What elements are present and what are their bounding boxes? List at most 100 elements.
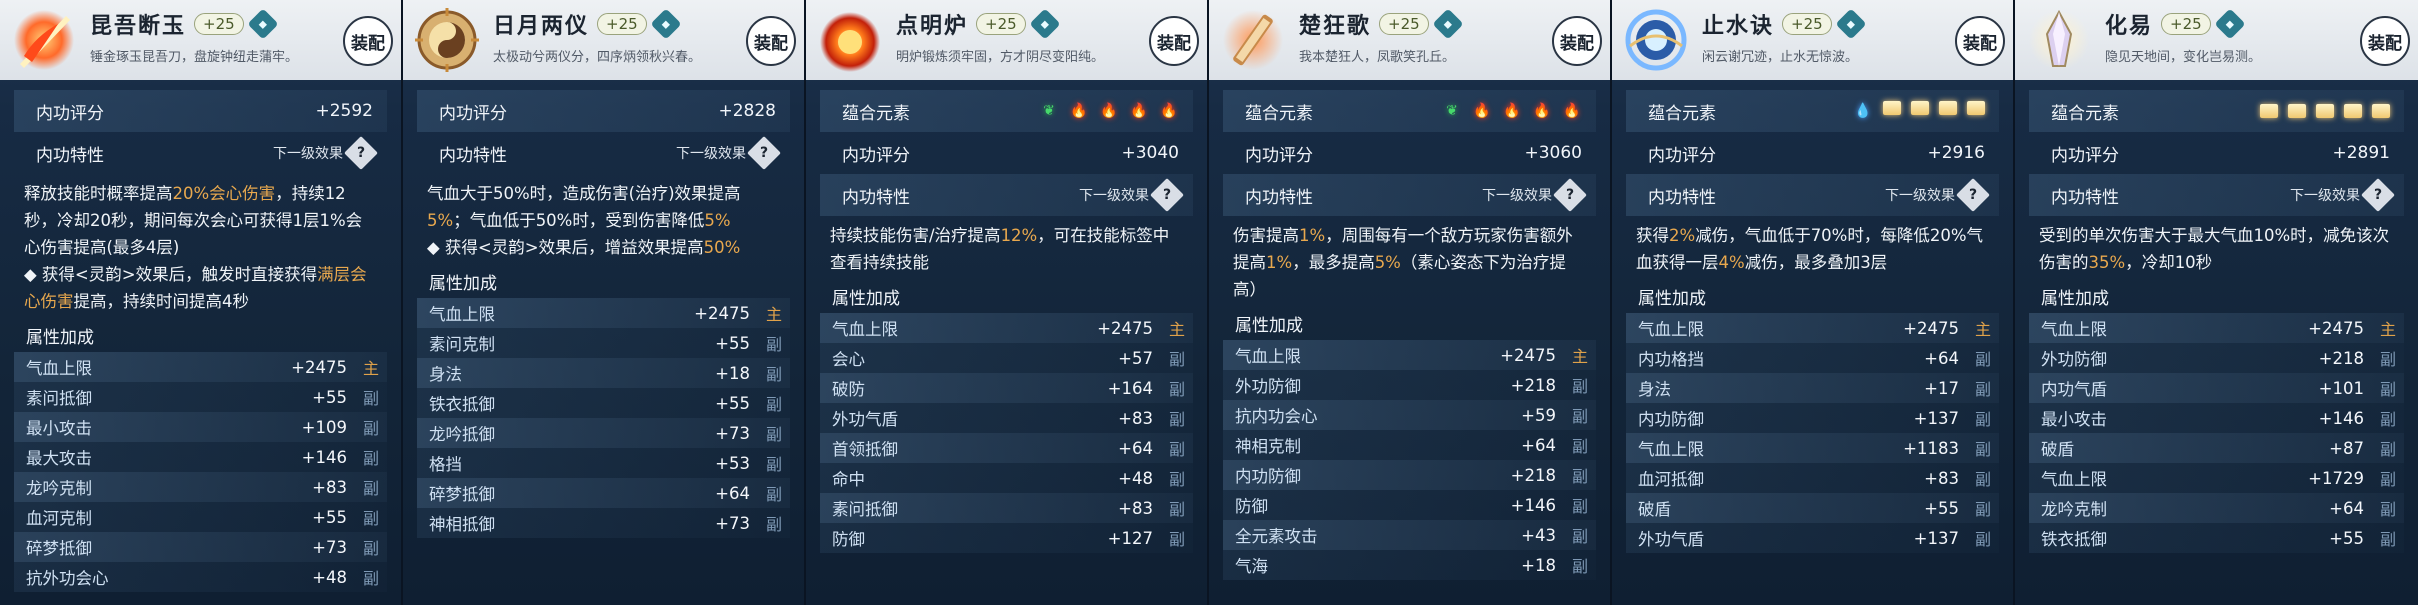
equip-button[interactable]: 装配 bbox=[1955, 16, 2005, 66]
attribute-value: +55 bbox=[312, 507, 347, 527]
attribute-right: +64 副 bbox=[1924, 346, 1993, 370]
attribute-right: +64 副 bbox=[715, 481, 784, 505]
attribute-right: +17 副 bbox=[1924, 376, 1993, 400]
equip-button[interactable]: 装配 bbox=[2360, 16, 2410, 66]
attribute-name: 抗外功会心 bbox=[26, 569, 109, 588]
attribute-section-title: 属性加成 bbox=[429, 274, 497, 294]
attribute-value: +57 bbox=[1118, 348, 1153, 368]
score-value: +2891 bbox=[2332, 143, 2390, 163]
attribute-right: +53 副 bbox=[715, 451, 784, 475]
attribute-list: 气血上限 +2475 主素问克制 +55 副身法 +18 副铁衣抵御 +55 副龙吟抵御 +73 副… bbox=[417, 298, 790, 538]
trait-description: 获得2%减伤，气血低于70%时，每降低20%气血获得一层4%减伤，最多叠加3层 bbox=[1626, 216, 1999, 276]
sub-attribute-tag: 副 bbox=[362, 509, 379, 528]
attribute-value: +146 bbox=[1510, 495, 1556, 515]
sub-attribute-tag: 副 bbox=[765, 455, 782, 474]
help-icon[interactable]: ? bbox=[747, 136, 781, 170]
fire-element-icon: 🔥 bbox=[1503, 103, 1521, 119]
sub-attribute-tag: 副 bbox=[1974, 470, 1991, 489]
next-level-button[interactable]: 下一级效果? bbox=[1885, 178, 1990, 212]
attribute-row: 神相克制 +64 副 bbox=[1223, 430, 1596, 460]
next-level-label: 下一级效果 bbox=[1079, 188, 1149, 204]
attribute-row: 防御 +127 副 bbox=[820, 523, 1193, 553]
help-icon[interactable]: ? bbox=[1150, 178, 1184, 212]
attribute-row: 命中 +48 副 bbox=[820, 463, 1193, 493]
attribute-row: 碎梦抵御 +73 副 bbox=[14, 532, 387, 562]
element-label: 蕴合元素 bbox=[842, 103, 910, 124]
gem-glyph: ⬥ bbox=[1443, 16, 1452, 31]
attribute-value: +164 bbox=[1107, 378, 1153, 398]
attribute-value: +55 bbox=[2329, 528, 2364, 548]
trait-description: 释放技能时概率提高20%会心伤害，持续12秒，冷却20秒，期间每次会心可获得1层… bbox=[14, 174, 387, 315]
attribute-row: 抗内功会心 +59 副 bbox=[1223, 400, 1596, 430]
attribute-name: 素问抵御 bbox=[832, 500, 898, 519]
sub-attribute-tag: 副 bbox=[1571, 377, 1588, 396]
attribute-list: 气血上限 +2475 主会心 +57 副破防 +164 副外功气盾 +83 副首领抵御 +64 副命… bbox=[820, 313, 1193, 553]
attribute-name: 内功格挡 bbox=[1638, 350, 1704, 369]
attribute-name: 内功防御 bbox=[1638, 410, 1704, 429]
element-label: 蕴合元素 bbox=[1245, 103, 1313, 124]
next-level-button[interactable]: 下一级效果? bbox=[1482, 178, 1587, 212]
gem-glyph: ⬥ bbox=[2225, 16, 2234, 31]
equip-button[interactable]: 装配 bbox=[746, 16, 796, 66]
attribute-right: +218 副 bbox=[1511, 373, 1590, 397]
panel-header: 点明炉 +25 ⬥ 明炉锻炼须牢固，方才阴尽变阳纯。 装配 bbox=[806, 0, 1207, 80]
attribute-row: 血河克制 +55 副 bbox=[14, 502, 387, 532]
attribute-row: 内功气盾 +101 副 bbox=[2029, 373, 2404, 403]
level-badge: +25 bbox=[976, 13, 1026, 35]
equip-button[interactable]: 装配 bbox=[1552, 16, 1602, 66]
trait-label: 内功特性 bbox=[439, 145, 507, 166]
attribute-row: 神相抵御 +73 副 bbox=[417, 508, 790, 538]
attribute-value: +73 bbox=[715, 423, 750, 443]
sub-attribute-tag: 副 bbox=[765, 515, 782, 534]
attribute-row: 内功格挡 +64 副 bbox=[1626, 343, 1999, 373]
gold-element-icon bbox=[2372, 104, 2390, 118]
attribute-right: +55 副 bbox=[1924, 496, 1993, 520]
next-level-button[interactable]: 下一级效果? bbox=[273, 136, 378, 170]
leaf-element-icon: ❦ bbox=[1446, 103, 1458, 119]
attribute-section-title: 属性加成 bbox=[1638, 289, 1706, 309]
attribute-value: +2475 bbox=[694, 303, 750, 323]
attribute-name: 铁衣抵御 bbox=[2041, 530, 2107, 549]
attribute-row: 素问抵御 +55 副 bbox=[14, 382, 387, 412]
skill-name: 楚狂歌 bbox=[1299, 13, 1372, 39]
attribute-right: +48 副 bbox=[1118, 466, 1187, 490]
attribute-value: +137 bbox=[1913, 528, 1959, 548]
attribute-name: 气血上限 bbox=[429, 305, 495, 324]
equip-button[interactable]: 装配 bbox=[343, 16, 393, 66]
next-level-button[interactable]: 下一级效果? bbox=[1079, 178, 1184, 212]
help-icon[interactable]: ? bbox=[344, 136, 378, 170]
attribute-right: +55 副 bbox=[715, 331, 784, 355]
sub-attribute-tag: 副 bbox=[1571, 437, 1588, 456]
main-attribute-tag: 主 bbox=[1974, 320, 1991, 339]
sub-attribute-tag: 副 bbox=[362, 389, 379, 408]
highlight-value: 4% bbox=[1718, 253, 1745, 272]
attribute-value: +55 bbox=[715, 333, 750, 353]
attribute-value: +64 bbox=[1924, 348, 1959, 368]
attribute-right: +55 副 bbox=[2329, 526, 2398, 550]
sub-attribute-tag: 副 bbox=[362, 569, 379, 588]
next-level-button[interactable]: 下一级效果? bbox=[2290, 178, 2395, 212]
help-icon[interactable]: ? bbox=[1553, 178, 1587, 212]
title-row: 日月两仪 +25 ⬥ bbox=[493, 8, 682, 40]
equip-button[interactable]: 装配 bbox=[1149, 16, 1199, 66]
attribute-name: 防御 bbox=[1235, 497, 1268, 516]
gem-icon: ⬥ bbox=[1029, 8, 1061, 40]
trait-label: 内功特性 bbox=[842, 187, 910, 208]
sub-attribute-tag: 副 bbox=[1168, 380, 1185, 399]
score-value: +2592 bbox=[315, 101, 373, 121]
attribute-value: +43 bbox=[1521, 525, 1556, 545]
help-glyph: ? bbox=[356, 145, 366, 161]
attribute-row: 气血上限 +2475 主 bbox=[14, 352, 387, 382]
fire-element-icon: 🔥 bbox=[1070, 103, 1088, 119]
sub-attribute-tag: 副 bbox=[765, 485, 782, 504]
attribute-right: +1729 副 bbox=[2308, 466, 2398, 490]
skill-name: 昆吾断玉 bbox=[90, 13, 187, 39]
help-icon[interactable]: ? bbox=[1956, 178, 1990, 212]
fire-element-icon: 🔥 bbox=[1533, 103, 1551, 119]
attribute-right: +57 副 bbox=[1118, 346, 1187, 370]
next-level-label: 下一级效果 bbox=[1482, 188, 1552, 204]
help-icon[interactable]: ? bbox=[2361, 178, 2395, 212]
next-level-button[interactable]: 下一级效果? bbox=[676, 136, 781, 170]
sub-attribute-tag: 副 bbox=[2379, 410, 2396, 429]
crystal-icon bbox=[2025, 6, 2093, 74]
